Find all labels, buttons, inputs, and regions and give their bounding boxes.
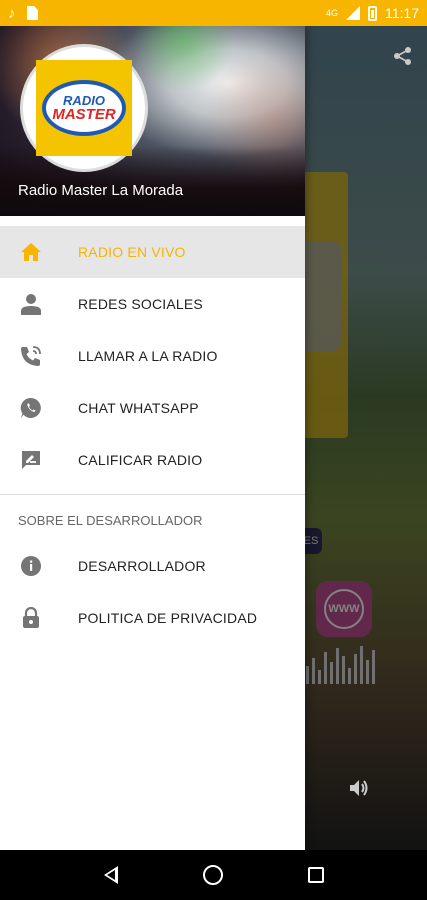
navigation-drawer: RADIO MASTER Radio Master La Morada RADI… — [0, 26, 305, 850]
phone-in-talk-icon — [18, 343, 44, 369]
home-icon — [18, 239, 44, 265]
battery-icon — [368, 5, 377, 21]
share-icon[interactable] — [393, 46, 413, 72]
menu-item-desarrollador[interactable]: DESARROLLADOR — [0, 540, 305, 592]
menu-item-politica-de-privacidad[interactable]: POLITICA DE PRIVACIDAD — [0, 592, 305, 644]
menu-item-chat-whatsapp[interactable]: CHAT WHATSAPP — [0, 382, 305, 434]
section-title-developer: SOBRE EL DESARROLLADOR — [18, 513, 203, 528]
info-icon — [18, 553, 44, 579]
status-bar: ♪ 4G 11:17 — [0, 0, 427, 26]
menu-item-radio-en-vivo[interactable]: RADIO EN VIVO — [0, 226, 305, 278]
whatsapp-icon — [18, 395, 44, 421]
lock-icon — [18, 605, 44, 631]
home-button[interactable] — [201, 863, 225, 887]
back-triangle-icon — [104, 866, 119, 884]
recents-square-icon — [307, 867, 324, 883]
music-note-icon: ♪ — [8, 4, 16, 22]
back-button[interactable] — [99, 863, 123, 887]
system-navigation-bar — [0, 850, 427, 900]
volume-icon[interactable] — [348, 778, 370, 804]
drawer-header: RADIO MASTER Radio Master La Morada — [0, 26, 305, 216]
menu-item-llamar-a-la-radio[interactable]: LLAMAR A LA RADIO — [0, 330, 305, 382]
signal-icon — [346, 6, 360, 20]
developer-menu: DESARROLLADOR POLITICA DE PRIVACIDAD — [0, 540, 305, 644]
menu-item-calificar-radio[interactable]: CALIFICAR RADIO — [0, 434, 305, 486]
home-circle-icon — [203, 865, 224, 885]
station-name: Radio Master La Morada — [18, 182, 184, 199]
menu-item-redes-sociales[interactable]: REDES SOCIALES — [0, 278, 305, 330]
clock: 11:17 — [385, 5, 419, 21]
network-type: 4G — [325, 8, 338, 18]
recents-button[interactable] — [304, 863, 328, 887]
sim-icon — [26, 6, 38, 20]
rate-review-icon — [18, 447, 44, 473]
station-logo: RADIO MASTER — [20, 44, 148, 172]
person-icon — [18, 291, 44, 317]
drawer-menu: RADIO EN VIVO REDES SOCIALES LLAMAR A LA… — [0, 226, 305, 486]
